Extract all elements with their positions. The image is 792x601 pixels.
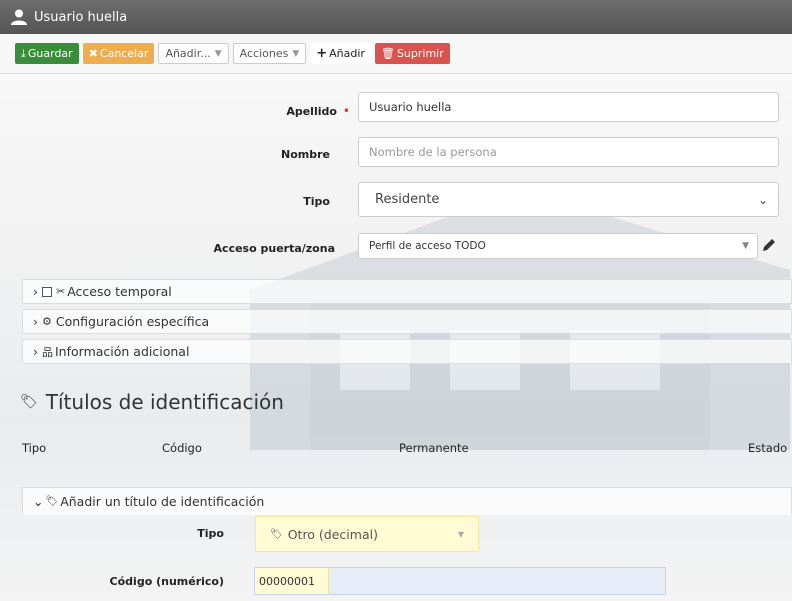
titulo-tipo-select[interactable]: 🏷 Otro (decimal) ▼ (255, 516, 479, 552)
acceso-label-row: Acceso puerta/zona (190, 236, 335, 261)
settings-icon: ⚙ (42, 315, 52, 328)
caret-down-icon: ▼ (457, 529, 464, 539)
col-permanente[interactable]: Permanente (399, 441, 469, 455)
chevron-down-icon: ⌄ (757, 192, 768, 207)
tipo-value: Residente (375, 192, 440, 207)
chevron-right-icon: › (33, 284, 38, 299)
actions-menu-label: Acciones (239, 47, 289, 60)
titulo-tipo-value: Otro (decimal) (287, 526, 378, 542)
acceso-select[interactable]: Perfil de acceso TODO ▼ (358, 233, 758, 259)
acceso-temporal-accordion[interactable]: › ✂ Acceso temporal (22, 279, 792, 304)
nombre-label: Nombre (281, 147, 330, 161)
nombre-input[interactable]: Nombre de la persona (358, 137, 779, 167)
tag-icon: 🏷 (20, 394, 38, 410)
tag-icon: 🏷 (45, 496, 59, 507)
chevron-right-icon: › (33, 344, 38, 359)
codigo-label: Código (numérico) (109, 575, 224, 588)
acceso-value: Perfil de acceso TODO (369, 240, 486, 252)
tag-icon: 🏷 (270, 528, 283, 540)
window-title: Usuario huella (34, 9, 128, 25)
tipo-select[interactable]: Residente ⌄ (358, 182, 779, 217)
actions-menu-dropdown[interactable]: Acciones ▼ (232, 43, 307, 64)
caret-down-icon: ▼ (742, 241, 749, 251)
codigo-row: Código (numérico) (100, 575, 224, 588)
apellido-label: Apellido (286, 104, 337, 118)
titulos-table-header: Tipo Código Permanente Estado (0, 430, 792, 466)
tipo-label-row: Tipo (240, 186, 330, 216)
chevron-right-icon: › (33, 314, 38, 329)
checkbox[interactable] (42, 286, 52, 297)
nombre-placeholder: Nombre de la persona (369, 145, 497, 159)
user-icon (11, 9, 27, 25)
nombre-label-row: Nombre (240, 139, 330, 169)
apellido-input[interactable]: Usuario huella (358, 92, 779, 122)
add-titulo-label: Añadir un título de identificación (60, 494, 265, 509)
configuracion-accordion[interactable]: › ⚙ Configuración específica (22, 309, 792, 334)
chevron-down-icon: ⌄ (33, 494, 44, 509)
titulo-tipo-row: Tipo (150, 527, 224, 540)
caret-down-icon: ▼ (292, 48, 300, 59)
tipo-label: Tipo (303, 194, 330, 208)
delete-button[interactable]: 🗑 Suprimir (374, 43, 450, 64)
apellido-label-row: Apellido • (240, 96, 350, 126)
add-menu-dropdown[interactable]: Añadir... ▼ (158, 43, 229, 64)
add-titulo-accordion[interactable]: ⌄ 🏷 Añadir un título de identificación (22, 487, 792, 515)
sitemap-icon: 品 (42, 345, 53, 359)
tools-icon: ✂ (56, 285, 66, 298)
trash-icon: 🗑 (380, 47, 395, 60)
codigo-input[interactable]: 00000001 (254, 567, 666, 595)
configuracion-label: Configuración específica (55, 314, 210, 329)
titulo-tipo-label: Tipo (197, 527, 224, 540)
window-titlebar: Usuario huella (0, 0, 792, 34)
save-button[interactable]: ⤓ Guardar (15, 43, 79, 64)
add-button[interactable]: + Añadir (310, 43, 371, 64)
cancel-label: Cancelar (99, 47, 149, 60)
delete-label: Suprimir (396, 47, 444, 60)
add-menu-label: Añadir... (165, 47, 211, 60)
save-label: Guardar (27, 47, 73, 60)
informacion-accordion[interactable]: › 品 Información adicional (22, 339, 792, 364)
codigo-value: 00000001 (255, 568, 329, 594)
col-tipo[interactable]: Tipo (22, 441, 46, 455)
plus-icon: + (316, 46, 328, 61)
titulos-section-title: 🏷 Títulos de identificación (20, 390, 284, 414)
pencil-icon[interactable] (760, 236, 778, 254)
acceso-temporal-label: Acceso temporal (67, 284, 172, 299)
titulos-title: Títulos de identificación (45, 390, 284, 414)
toolbar: ⤓ Guardar ✖ Cancelar Añadir... ▼ Accione… (0, 34, 792, 74)
close-icon: ✖ (88, 47, 98, 60)
required-mark: • (342, 104, 350, 118)
cancel-button[interactable]: ✖ Cancelar (82, 43, 155, 64)
informacion-label: Información adicional (55, 344, 190, 359)
add-label: Añadir (329, 47, 365, 60)
download-icon: ⤓ (21, 46, 26, 60)
caret-down-icon: ▼ (214, 48, 222, 59)
col-codigo[interactable]: Código (162, 441, 202, 455)
apellido-value: Usuario huella (369, 100, 452, 114)
acceso-label: Acceso puerta/zona (213, 242, 335, 255)
col-estado[interactable]: Estado (748, 441, 787, 455)
